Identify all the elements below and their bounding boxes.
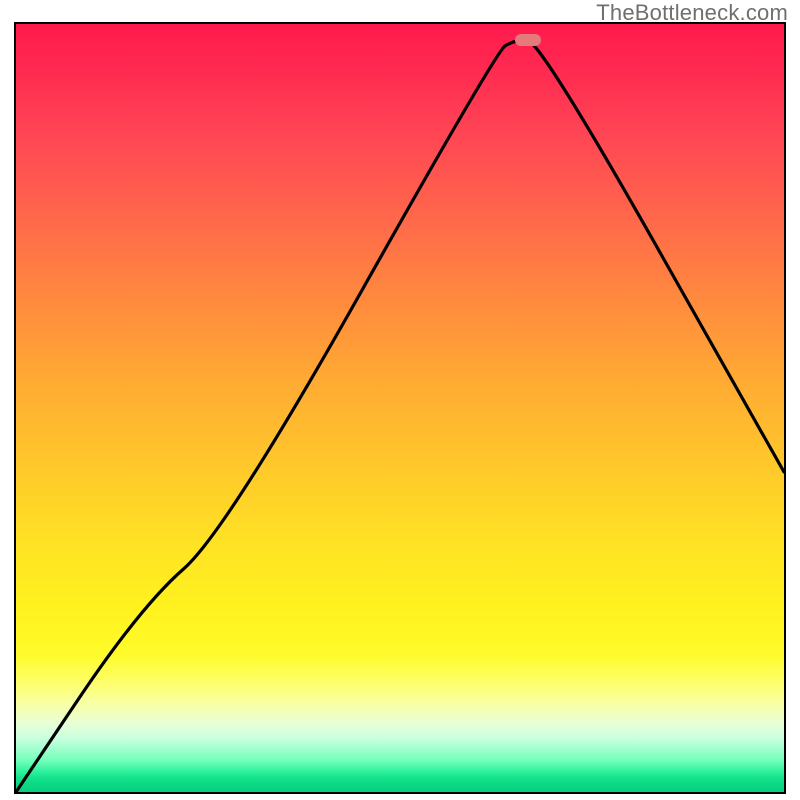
optimal-marker [515,34,541,46]
bottleneck-curve [16,24,784,792]
chart-frame [14,22,786,794]
